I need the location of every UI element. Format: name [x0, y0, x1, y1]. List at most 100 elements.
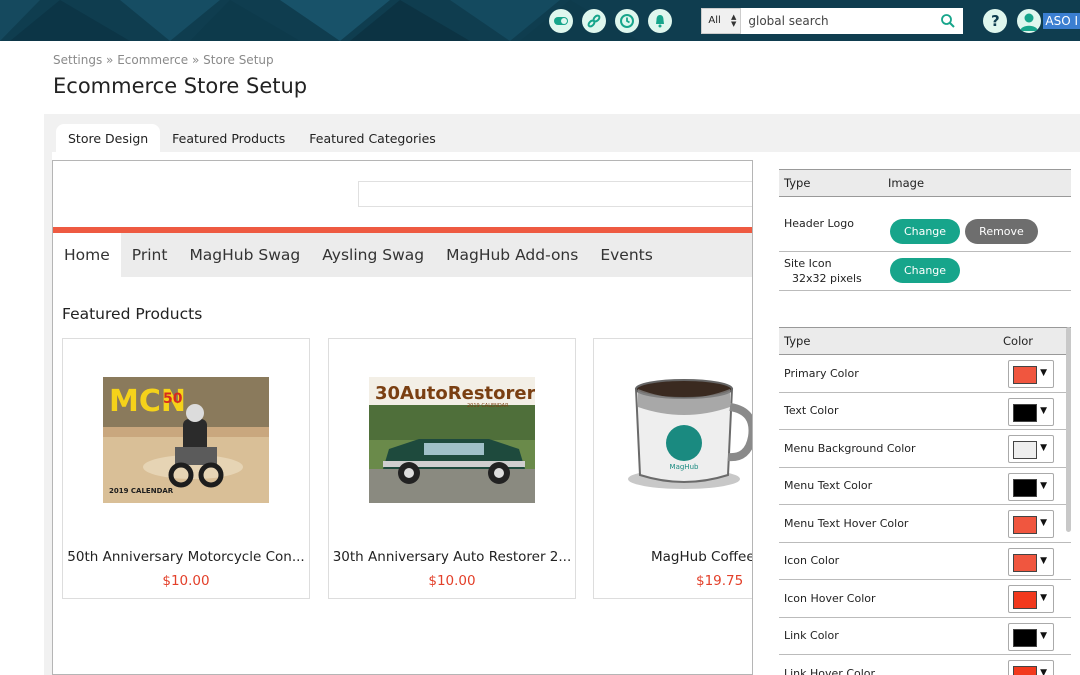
clock-icon[interactable] [615, 8, 640, 33]
breadcrumb-store-setup: Store Setup [203, 53, 274, 67]
change-site-icon-button[interactable]: Change [890, 258, 960, 283]
color-swatch[interactable] [1013, 553, 1037, 572]
remove-header-logo-button[interactable]: Remove [965, 219, 1038, 244]
toggle-icon[interactable] [549, 8, 574, 33]
preview-menu-aysling-swag[interactable]: Aysling Swag [311, 233, 435, 277]
color-picker[interactable]: ▼ [1008, 622, 1054, 651]
product-image-badge: MagHub [670, 463, 699, 471]
product-card[interactable]: MCN 50 2019 CALENDAR 50th Anniversary Mo… [62, 338, 310, 599]
color-swatch[interactable] [1013, 516, 1037, 534]
dropdown-arrow-icon[interactable]: ▼ [1040, 593, 1047, 603]
color-picker[interactable]: ▼ [1008, 547, 1054, 576]
color-table-head-color: Color [1003, 334, 1034, 348]
preview-menu-events[interactable]: Events [589, 233, 663, 277]
product-card[interactable]: MagHub MagHub Coffee $19.75 [593, 338, 753, 599]
color-picker[interactable]: ▼ [1008, 585, 1054, 613]
color-picker[interactable]: ▼ [1008, 397, 1054, 426]
color-row: Text Color ▼ [779, 393, 1071, 430]
product-image-motorcycle-calendar[interactable]: MCN 50 2019 CALENDAR [103, 377, 269, 503]
product-image-coffee-mug[interactable]: MagHub [624, 367, 753, 507]
search-input[interactable]: global search [741, 7, 964, 34]
preview-menu: Home Print MagHub Swag Aysling Swag MagH… [53, 233, 752, 277]
product-name[interactable]: 50th Anniversary Motorcycle Con... [63, 549, 309, 565]
image-row-header-logo: Header Logo Change Remove [779, 197, 1071, 252]
image-row-site-icon: Site Icon 32x32 pixels Change [779, 252, 1071, 291]
color-picker[interactable]: ▼ [1008, 660, 1054, 675]
product-card[interactable]: 30AutoRestorer 2019 CALENDAR 30th Annive… [328, 338, 576, 599]
color-rows: Primary Color ▼ Text Color ▼ Menu Background… [779, 355, 1071, 675]
image-table-header: Type Image [779, 169, 1071, 197]
dropdown-arrow-icon[interactable]: ▼ [1040, 518, 1047, 528]
image-settings-table: Type Image Header Logo Change Remove Sit… [779, 169, 1071, 291]
breadcrumb-settings[interactable]: Settings [53, 53, 102, 67]
dropdown-arrow-icon[interactable]: ▼ [1040, 481, 1047, 491]
product-name[interactable]: 30th Anniversary Auto Restorer 2... [329, 549, 575, 565]
image-row-type: Header Logo [784, 217, 854, 230]
color-swatch[interactable] [1013, 478, 1037, 497]
preview-menu-print[interactable]: Print [121, 233, 179, 277]
color-row: Icon Color ▼ [779, 543, 1071, 580]
tab-featured-products[interactable]: Featured Products [160, 124, 297, 152]
page-title: Ecommerce Store Setup [53, 74, 308, 98]
color-row-type: Menu Text Color [784, 479, 873, 493]
product-image-badge-number: 50 [163, 391, 183, 407]
preview-menu-maghub-addons[interactable]: MagHub Add-ons [435, 233, 589, 277]
color-row-type: Link Hover Color [784, 666, 876, 675]
dropdown-arrow-icon[interactable]: ▼ [1040, 368, 1047, 378]
link-icon[interactable] [582, 8, 607, 33]
color-row-type: Icon Color [784, 554, 840, 568]
breadcrumb-ecommerce[interactable]: Ecommerce [117, 53, 188, 67]
color-row: Link Color ▼ [779, 618, 1071, 655]
color-picker[interactable]: ▼ [1008, 360, 1054, 388]
color-picker[interactable]: ▼ [1008, 510, 1054, 538]
tab-featured-categories[interactable]: Featured Categories [297, 124, 448, 152]
product-image-caption: 2019 CALENDAR [467, 403, 509, 409]
breadcrumb-separator: » [106, 53, 114, 67]
color-row: Link Hover Color ▼ [779, 655, 1071, 675]
avatar[interactable] [1017, 8, 1042, 33]
user-name[interactable]: ASO I [1043, 12, 1080, 29]
topbar-tools: All ▲ ▼ global search ? ASO I [549, 0, 1080, 41]
search-icon[interactable] [940, 13, 956, 29]
product-image-auto-calendar[interactable]: 30AutoRestorer 2019 CALENDAR [369, 377, 535, 503]
preview-search-input[interactable] [358, 181, 752, 207]
preview-menu-home[interactable]: Home [53, 233, 121, 277]
color-swatch[interactable] [1013, 366, 1037, 384]
image-row-type: Site Icon [784, 257, 832, 270]
color-swatch[interactable] [1013, 403, 1037, 422]
color-swatch[interactable] [1013, 441, 1037, 459]
dropdown-arrow-icon[interactable]: ▼ [1040, 556, 1047, 566]
change-header-logo-button[interactable]: Change [890, 219, 960, 244]
color-picker[interactable]: ▼ [1008, 435, 1054, 463]
top-bar: All ▲ ▼ global search ? ASO I [0, 0, 1080, 41]
color-row: Menu Background Color ▼ [779, 430, 1071, 468]
color-row-type: Text Color [784, 404, 839, 418]
color-settings-table: Type Color Primary Color ▼ Text Color ▼ Menu… [779, 327, 1071, 675]
color-swatch[interactable] [1013, 666, 1037, 675]
user-icon [1020, 13, 1039, 31]
dropdown-arrow-icon[interactable]: ▼ [1040, 443, 1047, 453]
search-scope-select[interactable]: All ▲ ▼ [701, 7, 742, 34]
color-row-type: Primary Color [784, 366, 859, 380]
store-preview: Home Print MagHub Swag Aysling Swag MagH… [52, 160, 753, 675]
color-picker[interactable]: ▼ [1008, 472, 1054, 501]
color-row: Icon Hover Color ▼ [779, 580, 1071, 618]
product-name[interactable]: MagHub Coffee [594, 549, 752, 565]
color-swatch[interactable] [1013, 591, 1037, 609]
bell-icon[interactable] [648, 8, 673, 33]
color-swatch[interactable] [1013, 628, 1037, 647]
settings-scrollbar[interactable] [1066, 327, 1071, 532]
color-row-type: Link Color [784, 629, 839, 643]
tab-store-design[interactable]: Store Design [56, 124, 161, 152]
preview-menu-maghub-swag[interactable]: MagHub Swag [178, 233, 311, 277]
breadcrumb-separator: » [191, 53, 200, 67]
product-price: $10.00 [162, 573, 210, 589]
color-row-type: Menu Background Color [784, 441, 916, 455]
dropdown-arrow-icon[interactable]: ▼ [1040, 631, 1047, 641]
help-icon[interactable]: ? [983, 8, 1008, 33]
dropdown-arrow-icon[interactable]: ▼ [1040, 668, 1047, 675]
help-glyph: ? [991, 11, 1000, 30]
color-row-type: Menu Text Hover Color [784, 516, 909, 530]
breadcrumb: Settings » Ecommerce » Store Setup [53, 53, 274, 67]
dropdown-arrow-icon[interactable]: ▼ [1040, 406, 1047, 416]
